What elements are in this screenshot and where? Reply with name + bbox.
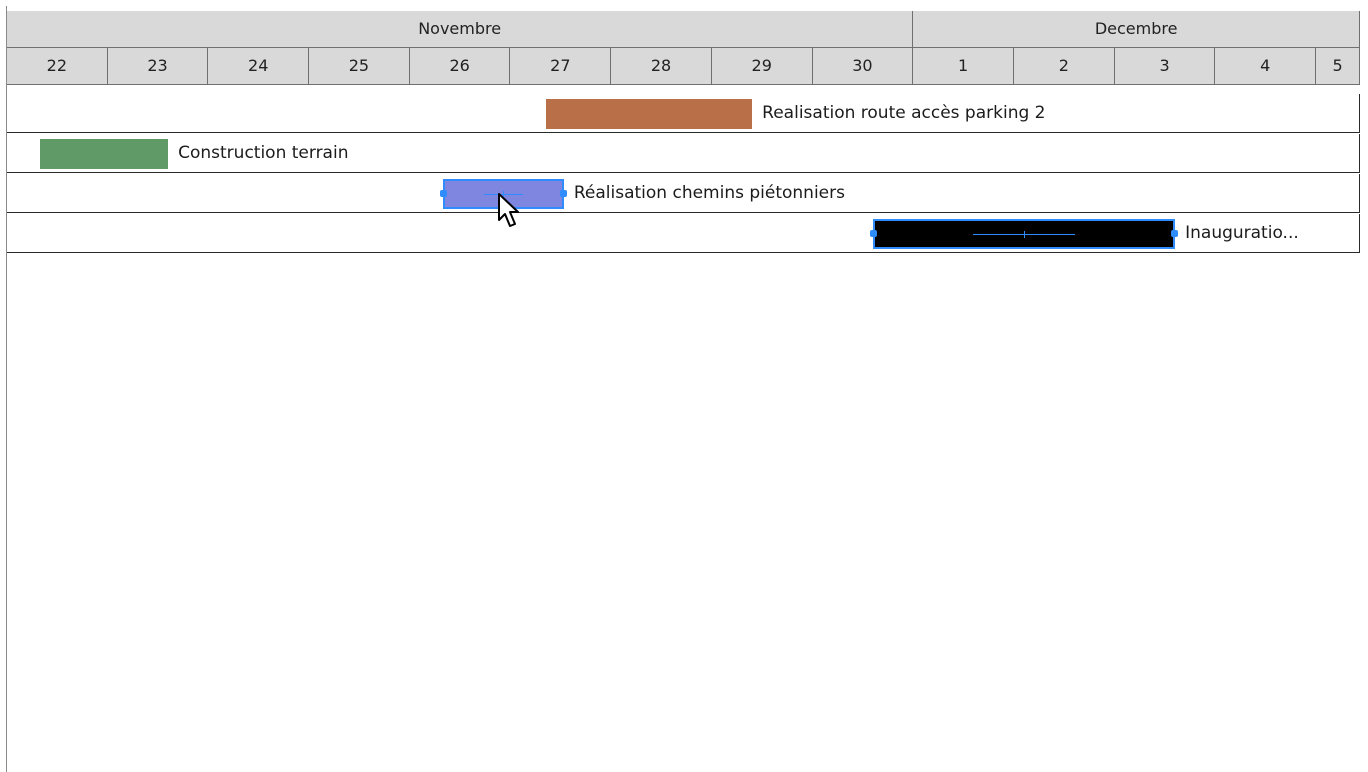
month-header-0: Novembre: [7, 11, 914, 48]
task-row: Realisation route accès parking 2: [7, 94, 1360, 133]
gantt-chart: Novembre Decembre 22 23 24 25 26 27 28 29 30 1 2 3 4 5…: [0, 0, 1368, 772]
resize-handle-start[interactable]: [870, 229, 878, 237]
month-header-row: Novembre Decembre: [7, 11, 1360, 48]
day-header-8: 30: [813, 48, 914, 85]
day-header-0: 22: [7, 48, 108, 85]
day-header-2: 24: [208, 48, 310, 85]
task-label: Construction terrain: [178, 143, 349, 163]
top-edge: [0, 0, 1368, 6]
task-label: Inauguratio...: [1185, 223, 1299, 243]
day-header-12: 4: [1215, 48, 1317, 85]
day-header-row: 22 23 24 25 26 27 28 29 30 1 2 3 4 5: [7, 48, 1360, 85]
day-header-6: 28: [611, 48, 712, 85]
day-header-7: 29: [712, 48, 813, 85]
task-row: Réalisation chemins piétonniers: [7, 174, 1360, 213]
progress-handle[interactable]: [1024, 230, 1026, 238]
task-bar[interactable]: [40, 138, 169, 169]
day-header-1: 23: [108, 48, 209, 85]
resize-handle-end[interactable]: [1171, 229, 1179, 237]
day-header-10: 2: [1014, 48, 1115, 85]
day-header-13: 5: [1316, 48, 1360, 85]
task-bar[interactable]: [870, 218, 1179, 249]
day-header-3: 25: [309, 48, 410, 85]
progress-handle[interactable]: [503, 190, 505, 198]
task-row: Construction terrain: [7, 134, 1360, 173]
resize-handle-end[interactable]: [559, 189, 567, 197]
month-header-1: Decembre: [913, 11, 1360, 48]
day-header-9: 1: [913, 48, 1014, 85]
task-label: Realisation route accès parking 2: [762, 103, 1046, 123]
day-header-5: 27: [511, 48, 612, 85]
task-bar[interactable]: [440, 178, 567, 209]
task-bar[interactable]: [545, 98, 753, 129]
resize-handle-start[interactable]: [440, 189, 448, 197]
task-label: Réalisation chemins piétonniers: [573, 183, 845, 203]
day-header-11: 3: [1115, 48, 1216, 85]
task-row: Inauguratio...: [7, 214, 1360, 253]
day-header-4: 26: [410, 48, 511, 85]
